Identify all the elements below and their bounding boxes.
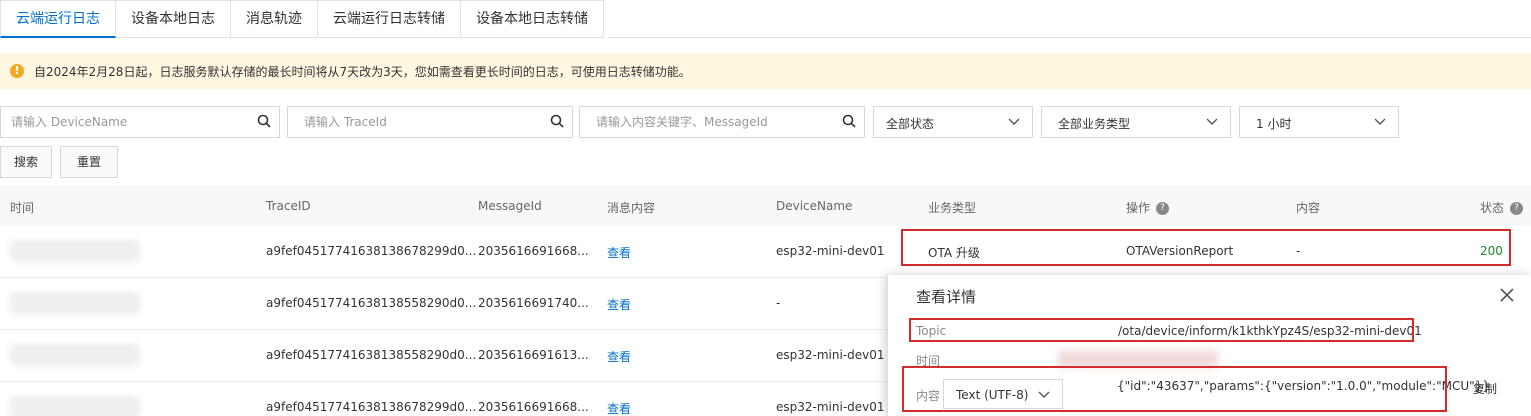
business-type-select[interactable]: 全部业务类型 <box>1041 106 1231 138</box>
col-operation: 操作? <box>1126 199 1170 216</box>
tab-cloud-log[interactable]: 云端运行日志 <box>0 0 116 38</box>
col-time: 时间 <box>10 201 35 215</box>
reset-button[interactable]: 重置 <box>60 146 118 178</box>
trace-id-filter <box>287 106 573 138</box>
col-content: 内容 <box>1296 201 1321 215</box>
message-id-cell: 2035616691613... <box>478 348 589 362</box>
status-select-value: 全部状态 <box>886 117 935 131</box>
redacted-time <box>10 344 140 366</box>
search-icon[interactable] <box>550 114 564 128</box>
device-name-cell: esp32-mini-dev01 <box>776 244 885 258</box>
redacted-time <box>10 240 140 262</box>
device-name-input[interactable] <box>1 107 245 137</box>
col-trace-id: TraceID <box>266 199 311 213</box>
tab-device-log[interactable]: 设备本地日志 <box>116 0 231 38</box>
tabs-divider <box>608 37 1531 38</box>
notice-banner: ! 自2024年2月28日起，日志服务默认存储的最长时间将从7天改为3天，您如需… <box>0 53 1531 89</box>
content-keyword-filter <box>579 106 865 138</box>
help-icon[interactable]: ? <box>1510 202 1524 215</box>
time-range-select-value: 1 小时 <box>1256 117 1292 131</box>
warning-icon: ! <box>10 64 24 78</box>
trace-id-cell: a9fef04517741638138678299d0... <box>266 244 477 258</box>
table-header: 时间 TraceID MessageId 消息内容 DeviceName 业务类… <box>0 186 1531 226</box>
col-status-label: 状态 <box>1480 201 1505 215</box>
view-link[interactable]: 查看 <box>607 348 631 365</box>
view-link[interactable]: 查看 <box>607 244 631 261</box>
tab-device-log-dump[interactable]: 设备本地日志转储 <box>461 0 604 38</box>
redacted-time <box>10 396 140 416</box>
status-select[interactable]: 全部状态 <box>873 106 1033 138</box>
tab-message-trace[interactable]: 消息轨迹 <box>231 0 318 38</box>
close-icon[interactable] <box>1499 287 1515 303</box>
trace-id-cell: a9fef04517741638138678299d0... <box>266 400 477 414</box>
trace-id-cell: a9fef04517741638138558290d0... <box>266 296 477 310</box>
copy-link[interactable]: 复制 <box>1473 380 1497 397</box>
search-icon[interactable] <box>842 114 856 128</box>
highlight-box-content <box>902 366 1447 412</box>
highlight-box-topic <box>909 318 1414 342</box>
redacted-time <box>10 292 140 314</box>
col-business-type: 业务类型 <box>928 201 977 215</box>
device-name-cell: - <box>776 296 781 310</box>
log-tabs: 云端运行日志 设备本地日志 消息轨迹 云端运行日志转储 设备本地日志转储 <box>0 0 604 38</box>
message-id-cell: 2035616691668... <box>478 400 589 414</box>
trace-id-cell: a9fef04517741638138558290d0... <box>266 348 477 362</box>
tab-cloud-log-dump[interactable]: 云端运行日志转储 <box>318 0 461 38</box>
chevron-down-icon <box>1374 118 1386 125</box>
view-link[interactable]: 查看 <box>607 400 631 416</box>
search-button[interactable]: 搜索 <box>0 146 52 178</box>
business-type-select-value: 全部业务类型 <box>1058 117 1131 131</box>
highlight-box-row <box>901 229 1511 266</box>
device-name-cell: esp32-mini-dev01 <box>776 400 885 414</box>
content-keyword-input[interactable] <box>580 107 830 137</box>
help-icon[interactable]: ? <box>1156 202 1170 215</box>
col-operation-label: 操作 <box>1126 201 1151 215</box>
col-message-content: 消息内容 <box>607 201 656 215</box>
device-name-cell: esp32-mini-dev01 <box>776 348 885 362</box>
view-link[interactable]: 查看 <box>607 296 631 313</box>
search-icon[interactable] <box>257 114 271 128</box>
message-id-cell: 2035616691740... <box>478 296 589 310</box>
chevron-down-icon <box>1206 118 1218 125</box>
col-message-id: MessageId <box>478 199 542 213</box>
chevron-down-icon <box>1008 118 1020 125</box>
redacted-time-value <box>1058 351 1218 367</box>
col-status: 状态? <box>1480 199 1524 216</box>
drawer-title: 查看详情 <box>916 288 977 306</box>
col-device-name: DeviceName <box>776 199 853 213</box>
time-range-select[interactable]: 1 小时 <box>1239 106 1399 138</box>
notice-text: 自2024年2月28日起，日志服务默认存储的最长时间将从7天改为3天，您如需查看… <box>34 64 691 79</box>
device-name-filter <box>0 106 280 138</box>
trace-id-input[interactable] <box>288 107 538 137</box>
message-id-cell: 2035616691668... <box>478 244 589 258</box>
